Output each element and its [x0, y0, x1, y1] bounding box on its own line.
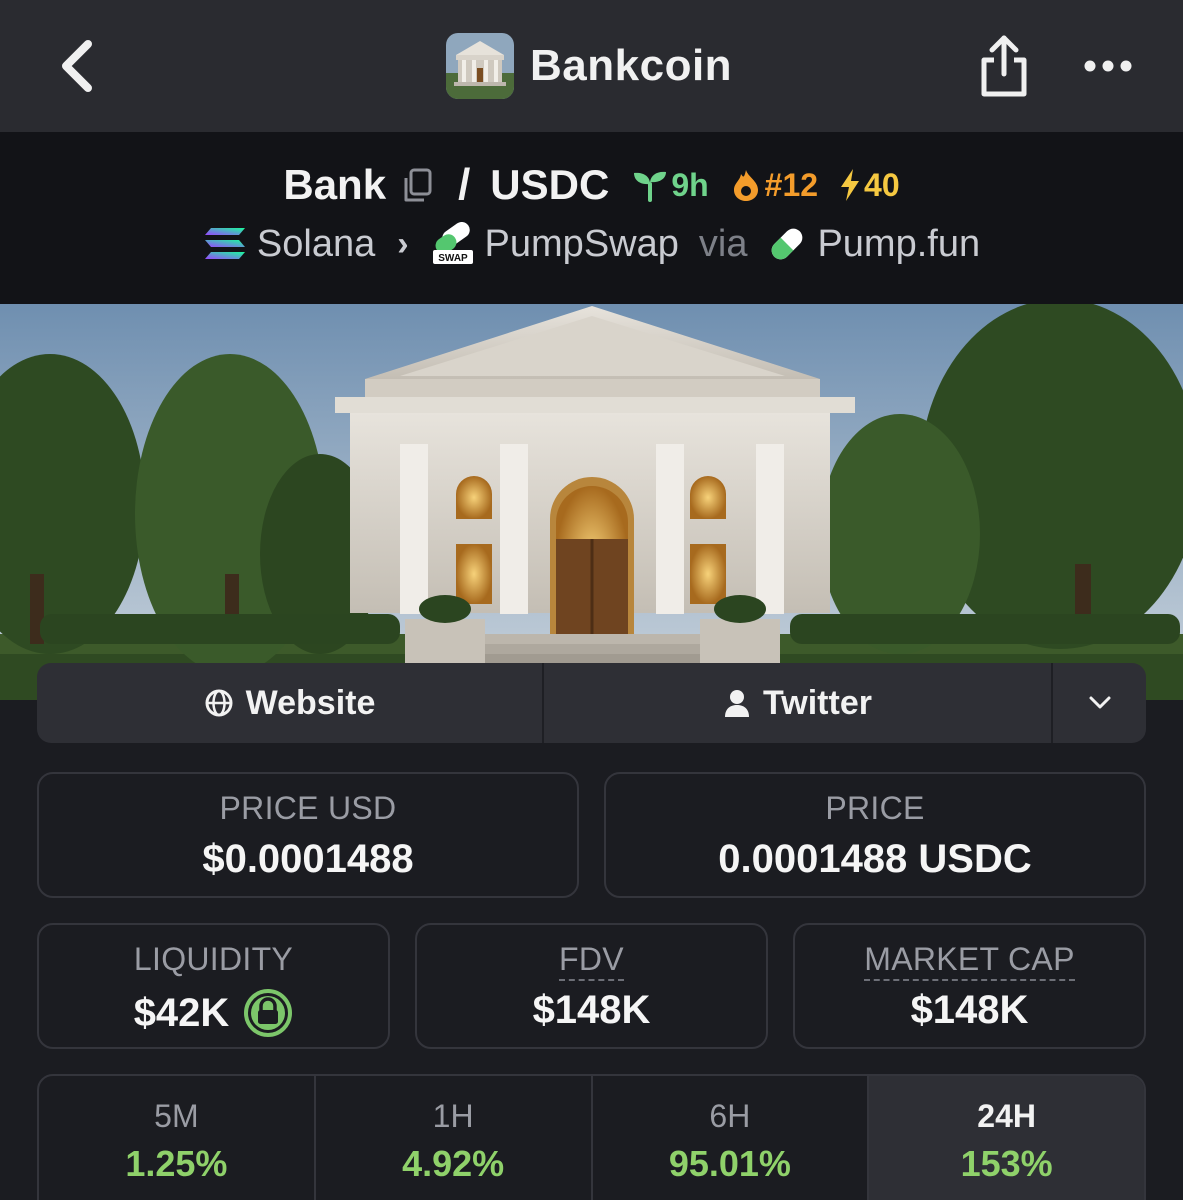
change-tab-label: 24H	[977, 1098, 1036, 1134]
social-links-bar: Website Twitter	[37, 663, 1146, 743]
bank-building-illustration	[0, 304, 1183, 700]
user-icon	[725, 690, 750, 717]
liquidity-card: LIQUIDITY $42K	[37, 923, 390, 1049]
price-native-label: PRICE	[825, 790, 925, 826]
twitter-label: Twitter	[763, 683, 872, 722]
svg-text:SWAP: SWAP	[438, 253, 468, 264]
market-cap-value: $148K	[910, 988, 1029, 1032]
price-usd-label: PRICE USD	[219, 790, 397, 826]
price-change-tabs: 5M 1.25% 1H 4.92% 6H 95.01% 24H 153%	[37, 1074, 1146, 1200]
change-tab-value: 153%	[960, 1143, 1053, 1184]
twitter-button[interactable]: Twitter	[544, 663, 1053, 743]
token-banner-image	[0, 304, 1183, 700]
more-links-button[interactable]	[1053, 663, 1146, 743]
change-tab-label: 5M	[154, 1098, 199, 1134]
boost-count: 40	[864, 166, 900, 203]
pair-title: Bank / USDC 9h #12 40	[0, 160, 1183, 210]
app-header: Bankcoin	[0, 0, 1183, 132]
change-tab-label: 1H	[432, 1098, 474, 1134]
launchpad-name[interactable]: Pump.fun	[817, 223, 980, 266]
sprout-icon	[634, 171, 667, 202]
more-options-icon[interactable]	[1080, 48, 1136, 84]
liquidity-label: LIQUIDITY	[133, 941, 294, 977]
market-cap-label: MARKET CAP	[864, 941, 1075, 981]
liquidity-row: $42K	[39, 988, 388, 1038]
copy-icon[interactable]	[400, 166, 434, 204]
token-brand: Bankcoin	[446, 32, 732, 100]
share-icon[interactable]	[976, 32, 1032, 100]
bank-building-logo-icon	[446, 33, 514, 99]
website-button[interactable]: Website	[37, 663, 544, 743]
lightning-icon	[841, 169, 860, 201]
change-tab-value: 1.25%	[125, 1143, 228, 1184]
price-native-value: 0.0001488 USDC	[718, 837, 1032, 881]
dex-name[interactable]: PumpSwap	[485, 223, 679, 266]
pair-age: 9h	[671, 166, 709, 203]
chain-name[interactable]: Solana	[257, 223, 375, 266]
boost-badge[interactable]: 40	[838, 167, 900, 204]
change-tab-value: 4.92%	[402, 1143, 505, 1184]
price-usd-card: PRICE USD $0.0001488	[37, 772, 579, 898]
change-tab-24h[interactable]: 24H 153%	[869, 1076, 1144, 1200]
back-chevron-icon[interactable]	[52, 36, 102, 96]
change-tab-label: 6H	[709, 1098, 751, 1134]
globe-icon	[205, 689, 233, 717]
chain-breadcrumb: Solana › SWAP PumpSwap via Pump.fun	[0, 222, 1183, 266]
change-tab-6h[interactable]: 6H 95.01%	[593, 1076, 870, 1200]
base-token: Bank	[283, 161, 387, 208]
token-title: Bankcoin	[530, 41, 733, 90]
chevron-right-icon: ›	[397, 224, 409, 263]
trending-rank: #12	[764, 166, 819, 203]
trending-rank-badge[interactable]: #12	[731, 167, 818, 204]
pumpswap-logo-icon[interactable]: SWAP	[431, 222, 475, 266]
change-tab-5m[interactable]: 5M 1.25%	[39, 1076, 316, 1200]
liquidity-lock-icon[interactable]	[243, 988, 293, 1038]
fdv-value: $148K	[532, 988, 651, 1032]
flame-icon	[733, 170, 758, 201]
change-tab-1h[interactable]: 1H 4.92%	[316, 1076, 593, 1200]
fdv-card[interactable]: FDV $148K	[415, 923, 768, 1049]
liquidity-value: $42K	[133, 990, 230, 1035]
website-label: Website	[245, 683, 376, 722]
fdv-label: FDV	[559, 941, 624, 981]
change-tab-value: 95.01%	[668, 1143, 791, 1184]
price-native-card: PRICE 0.0001488 USDC	[604, 772, 1146, 898]
via-label: via	[698, 222, 748, 265]
pair-header: Bank / USDC 9h #12 40 Solana › SWAP Pump…	[0, 132, 1183, 304]
solana-logo-icon[interactable]	[203, 226, 247, 262]
pumpfun-pill-icon[interactable]	[767, 224, 807, 264]
market-cap-card[interactable]: MARKET CAP $148K	[793, 923, 1146, 1049]
pair-separator: /	[458, 160, 471, 209]
quote-token: USDC	[490, 161, 610, 208]
pair-age-badge: 9h	[631, 166, 709, 204]
chevron-down-icon	[1089, 696, 1110, 709]
price-usd-value: $0.0001488	[202, 837, 414, 881]
